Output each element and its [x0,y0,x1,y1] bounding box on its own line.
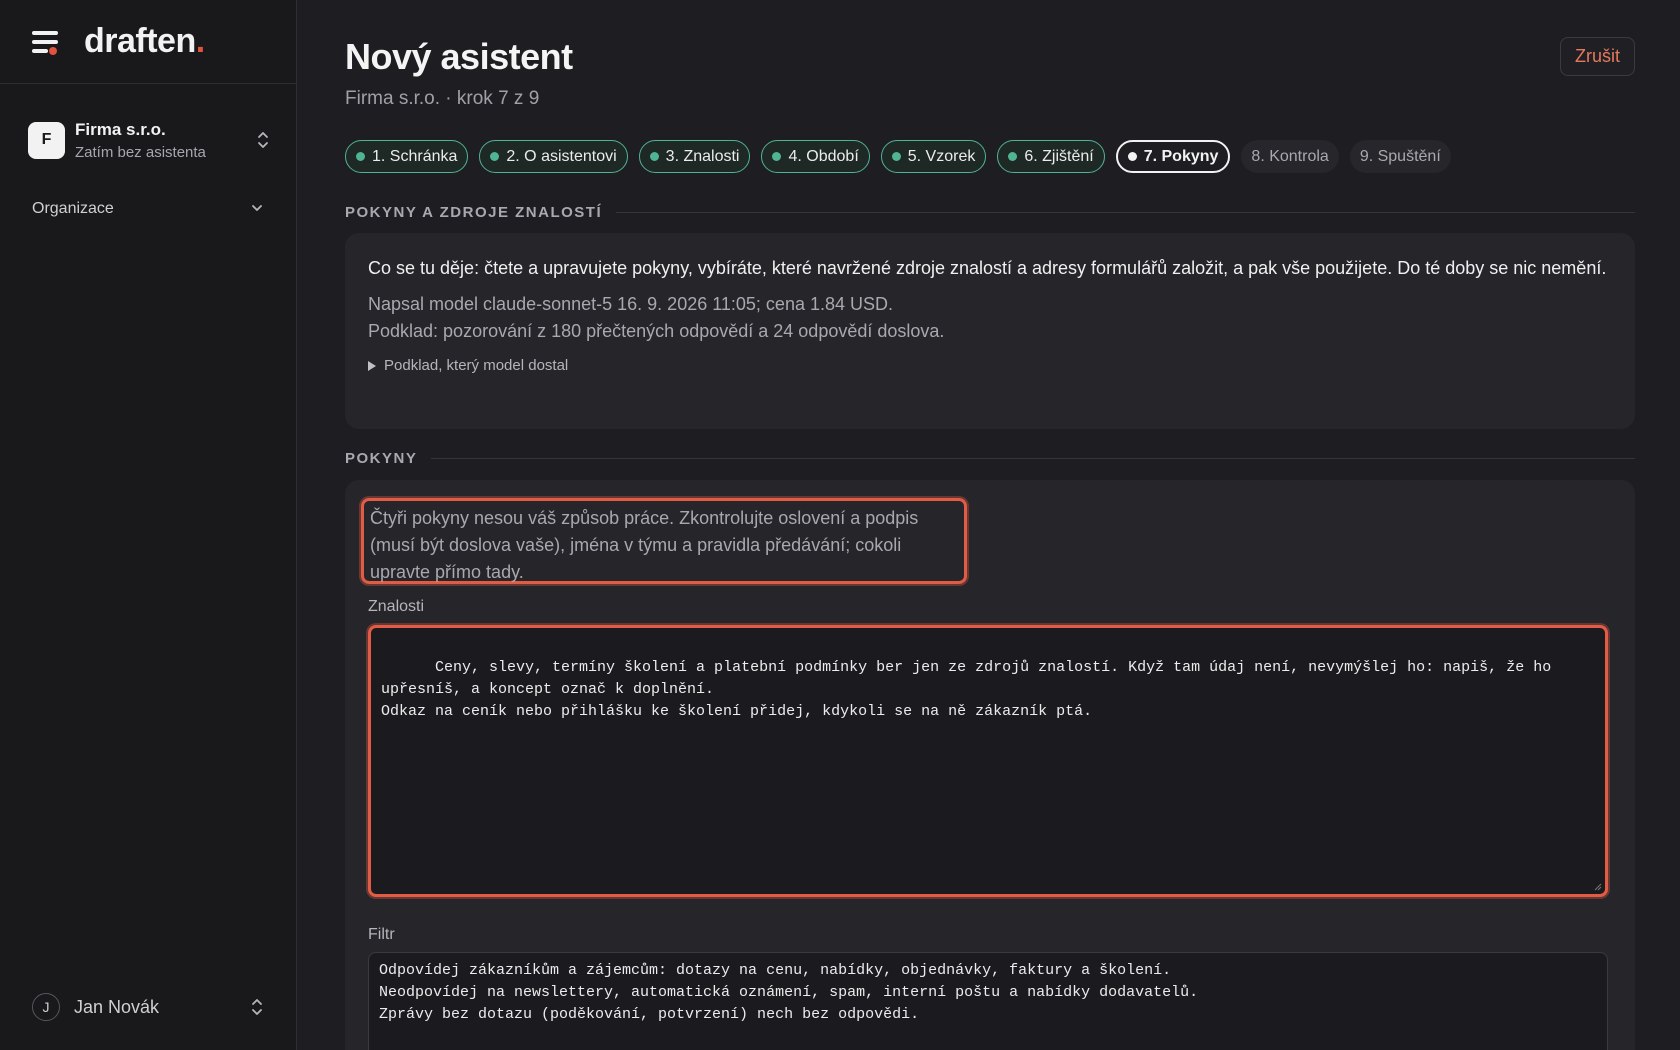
organization-label: Organizace [32,200,114,217]
user-avatar: J [32,993,60,1021]
logo[interactable]: draften. [84,22,205,61]
status-dot [649,152,659,161]
status-dot [772,152,782,161]
sidebar: draften. F Firma s.r.o. Zatím bez asiste… [0,0,297,1050]
user-menu[interactable]: J Jan Novák [32,993,264,1021]
status-dot [1008,152,1018,161]
resize-grip-icon[interactable] [1592,881,1602,891]
knowledge-textarea[interactable]: Ceny, slevy, termíny školení a platební … [368,625,1608,897]
filter-textarea[interactable]: Odpovídej zákazníkům a zájemcům: dotazy … [368,952,1608,1050]
details-toggle[interactable]: Podklad, který model dostal [368,357,1612,374]
pokyny-panel: Čtyři pokyny nesou váš způsob práce. Zko… [345,480,1635,1050]
page-subtitle: Firma s.r.o. · krok 7 z 9 [345,88,540,109]
wizard-steps: 1. Schránka 2. O asistentovi 3. Znalosti… [345,140,1451,173]
step-o-asistentovi[interactable]: 2. O asistentovi [479,140,628,173]
chevron-down-icon [250,200,264,218]
status-dot [891,152,901,161]
org-avatar: F [28,121,65,159]
status-dot [356,152,365,161]
page-title: Nový asistent [345,36,573,77]
step-vzorek[interactable]: 5. Vzorek [880,140,987,173]
info-meta: Napsal model claude-sonnet-5 16. 9. 2026… [368,294,945,341]
org-switcher[interactable]: F Firma s.r.o. Zatím bez asistenta [28,115,270,165]
org-name: Firma s.r.o. [75,119,166,139]
status-dot [1127,152,1137,161]
status-dot [490,152,500,161]
knowledge-label: Znalosti [368,598,425,615]
disclosure-triangle-icon [368,360,376,371]
user-name: Jan Novák [74,996,160,1017]
pokyny-hint: Čtyři pokyny nesou váš způsob práce. Zko… [361,498,967,584]
org-subtitle: Zatím bez asistenta [75,143,206,161]
step-kontrola: 8. Kontrola [1241,140,1339,173]
organization-menu[interactable]: Organizace [32,200,264,218]
section-label-info: POKYNY A ZDROJE ZNALOSTÍ [345,204,1635,221]
step-znalosti[interactable]: 3. Znalosti [638,140,751,173]
step-zjisteni[interactable]: 6. Zjištění [997,140,1105,173]
info-lead: Co se tu děje: čtete a upravujete pokyny… [368,258,1607,278]
chevron-up-down-icon [250,997,264,1017]
chevron-up-down-icon [256,130,270,150]
menu-icon[interactable] [32,30,60,55]
step-obdobi[interactable]: 4. Období [761,140,870,173]
section-label-pokyny: POKYNY [345,450,1635,467]
step-spusteni: 9. Spuštění [1349,140,1451,173]
filter-label: Filtr [368,926,395,943]
step-pokyny[interactable]: 7. Pokyny [1115,140,1231,173]
info-panel: Co se tu děje: čtete a upravujete pokyny… [345,233,1635,429]
cancel-button[interactable]: Zrušit [1560,37,1635,76]
step-schranka[interactable]: 1. Schránka [345,140,469,173]
sidebar-header: draften. [0,0,296,84]
